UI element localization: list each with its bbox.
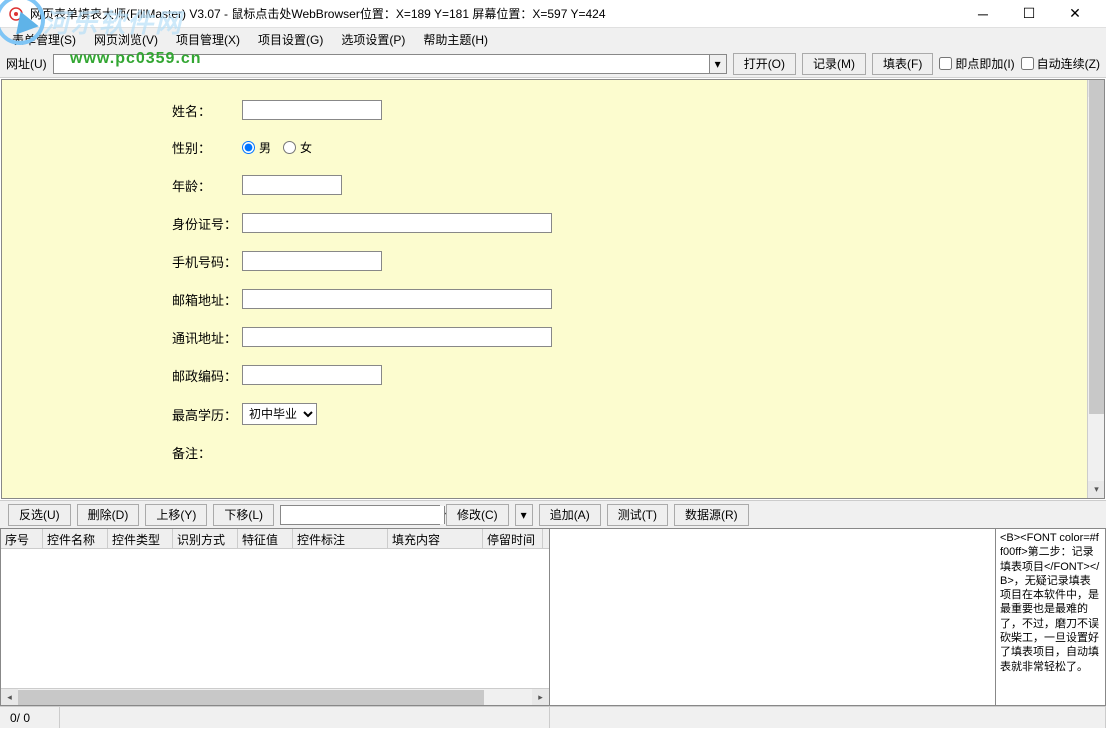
fill-button[interactable]: 填表(F) [872, 53, 933, 75]
scroll-down-arrow-icon[interactable]: ▾ [1088, 481, 1105, 498]
phone-label: 手机号码： [172, 252, 242, 271]
gender-female-radio[interactable] [283, 141, 296, 154]
col-feature[interactable]: 特征值 [238, 529, 293, 548]
phone-input[interactable] [242, 251, 382, 271]
email-label: 邮箱地址： [172, 290, 242, 309]
col-fillcontent[interactable]: 填充内容 [388, 529, 483, 548]
col-seq[interactable]: 序号 [1, 529, 43, 548]
url-input[interactable] [53, 54, 709, 74]
name-input[interactable] [242, 100, 382, 120]
col-recog[interactable]: 识别方式 [173, 529, 238, 548]
instant-add-checkbox[interactable] [939, 57, 952, 70]
preview-panel[interactable] [550, 528, 996, 706]
auto-continue-checkbox[interactable] [1021, 57, 1034, 70]
education-label: 最高学历： [172, 405, 242, 424]
url-combo: ▾ [53, 54, 727, 74]
modify-dropdown-icon[interactable]: ▾ [515, 504, 533, 526]
record-button[interactable]: 记录(M) [802, 53, 866, 75]
action-combo: ▾ [280, 505, 440, 525]
delete-button[interactable]: 删除(D) [77, 504, 140, 526]
browser-content: 姓名： 性别： 男 女 年龄： 身份证号： 手 [1, 79, 1105, 499]
scroll-right-arrow-icon[interactable]: ▸ [532, 689, 549, 706]
menu-help[interactable]: 帮助主题(H) [415, 29, 496, 50]
postcode-input[interactable] [242, 365, 382, 385]
url-dropdown-button[interactable]: ▾ [709, 54, 727, 74]
datasource-button[interactable]: 数据源(R) [674, 504, 749, 526]
menubar: 表单管理(S) 网页浏览(V) 项目管理(X) 项目设置(G) 选项设置(P) … [0, 28, 1106, 50]
idcard-input[interactable] [242, 213, 552, 233]
menu-form-mgmt[interactable]: 表单管理(S) [4, 29, 84, 50]
gender-male-radio[interactable] [242, 141, 255, 154]
moveup-button[interactable]: 上移(Y) [145, 504, 207, 526]
lower-panels: 序号 控件名称 控件类型 识别方式 特征值 控件标注 填充内容 停留时间 ◂ ▸… [0, 528, 1106, 706]
grid-header: 序号 控件名称 控件类型 识别方式 特征值 控件标注 填充内容 停留时间 [1, 529, 549, 549]
content-vertical-scrollbar[interactable]: ▴ ▾ [1087, 80, 1104, 498]
menu-project-settings[interactable]: 项目设置(G) [250, 29, 331, 50]
web-form: 姓名： 性别： 男 女 年龄： 身份证号： 手 [2, 80, 1104, 462]
gender-female-option[interactable]: 女 [283, 139, 312, 156]
test-button[interactable]: 测试(T) [607, 504, 668, 526]
age-input[interactable] [242, 175, 342, 195]
instant-add-check[interactable]: 即点即加(I) [939, 55, 1014, 72]
toolbar: 网址(U) ▾ 打开(O) 记录(M) 填表(F) 即点即加(I) 自动连续(Z… [0, 50, 1106, 78]
col-ctrlname[interactable]: 控件名称 [43, 529, 108, 548]
window-title: 网页表单填表大师(FillMaster) V3.07 - 鼠标点击处WebBro… [30, 5, 960, 22]
close-button[interactable]: ✕ [1052, 0, 1098, 28]
address-label: 通讯地址： [172, 328, 242, 347]
status-rest [550, 707, 1106, 728]
maximize-button[interactable]: ☐ [1006, 0, 1052, 28]
scroll-thumb[interactable] [1089, 80, 1104, 414]
grid-body[interactable] [1, 549, 549, 689]
name-label: 姓名： [172, 101, 242, 120]
status-spacer [60, 707, 550, 728]
col-staytime[interactable]: 停留时间 [483, 529, 543, 548]
remark-label: 备注： [172, 443, 242, 462]
grid-horizontal-scrollbar[interactable]: ◂ ▸ [1, 688, 549, 705]
education-select[interactable]: 初中毕业 [242, 403, 317, 425]
minimize-button[interactable]: ─ [960, 0, 1006, 28]
menu-project-mgmt[interactable]: 项目管理(X) [168, 29, 248, 50]
menu-web-browse[interactable]: 网页浏览(V) [86, 29, 166, 50]
invert-button[interactable]: 反选(U) [8, 504, 71, 526]
movedown-button[interactable]: 下移(L) [213, 504, 274, 526]
col-ctrllabel[interactable]: 控件标注 [293, 529, 388, 548]
open-button[interactable]: 打开(O) [733, 53, 796, 75]
info-panel: <B><FONT color=#ff00ff>第二步：记录填表项目</FONT>… [996, 528, 1106, 706]
gender-male-option[interactable]: 男 [242, 139, 271, 156]
age-label: 年龄： [172, 176, 242, 195]
col-ctrltype[interactable]: 控件类型 [108, 529, 173, 548]
postcode-label: 邮政编码： [172, 366, 242, 385]
scroll-left-arrow-icon[interactable]: ◂ [1, 689, 18, 706]
app-icon [8, 6, 24, 22]
url-label: 网址(U) [6, 55, 47, 72]
modify-button[interactable]: 修改(C) [446, 504, 509, 526]
statusbar: 0/ 0 [0, 706, 1106, 728]
h-scroll-thumb[interactable] [18, 690, 484, 705]
gender-label: 性别： [172, 138, 242, 157]
email-input[interactable] [242, 289, 552, 309]
grid-panel: 序号 控件名称 控件类型 识别方式 特征值 控件标注 填充内容 停留时间 ◂ ▸ [0, 528, 550, 706]
append-button[interactable]: 追加(A) [539, 504, 601, 526]
action-combo-input[interactable] [281, 506, 444, 524]
titlebar: 网页表单填表大师(FillMaster) V3.07 - 鼠标点击处WebBro… [0, 0, 1106, 28]
idcard-label: 身份证号： [172, 214, 242, 233]
menu-option-settings[interactable]: 选项设置(P) [333, 29, 413, 50]
status-counter: 0/ 0 [0, 707, 60, 728]
address-input[interactable] [242, 327, 552, 347]
action-bar: 反选(U) 删除(D) 上移(Y) 下移(L) ▾ 修改(C) ▾ 追加(A) … [0, 500, 1106, 528]
auto-continue-check[interactable]: 自动连续(Z) [1021, 55, 1100, 72]
